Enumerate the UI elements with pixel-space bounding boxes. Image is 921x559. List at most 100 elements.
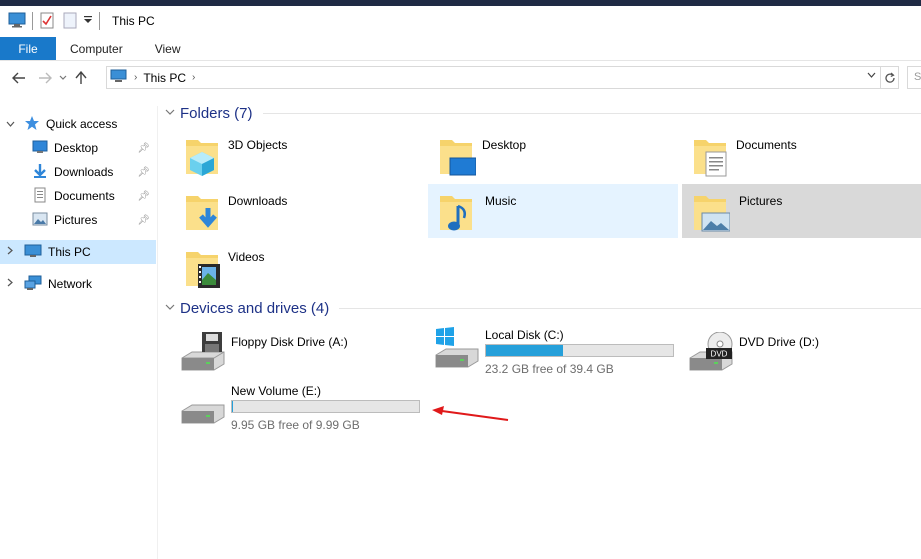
folder-tile-videos[interactable]: Videos [178,240,428,294]
section-header-devices-and-drives[interactable]: Devices and drives (4) [160,300,921,317]
sidebar-item-this-pc[interactable]: This PC [0,240,156,264]
folder-name: Downloads [228,194,288,208]
folder-tile-desktop[interactable]: Desktop [432,128,682,182]
drive-usage-fill [232,401,233,412]
customize-toolbar-dropdown-icon[interactable] [83,14,93,28]
videos-folder-icon [186,252,220,288]
breadcrumb[interactable]: This PC [143,71,186,85]
folder-tile-pictures[interactable]: Pictures [682,184,921,238]
ribbon-tabs: File Computer View [0,37,921,61]
address-bar[interactable]: › This PC › [106,66,881,89]
recent-locations-chevron-icon[interactable] [56,66,70,90]
drive-name: Local Disk (C:) [485,328,564,342]
drive-tile-new-volume-e[interactable]: New Volume (E:) 9.95 GB free of 9.99 GB [160,381,420,441]
collapse-chevron-icon[interactable] [160,303,180,314]
section-divider [262,113,921,114]
new-folder-icon[interactable] [63,11,77,32]
sidebar-item-network[interactable]: Network [0,272,156,296]
expand-chevron-icon[interactable] [4,246,16,258]
sidebar-item-pictures[interactable]: Pictures 📌︎ [0,208,156,232]
local-disk-windows-icon [435,327,479,368]
pin-icon[interactable]: 📌︎ [137,143,150,154]
folder-name: 3D Objects [228,138,288,152]
expand-chevron-icon[interactable] [4,278,16,290]
drive-name: DVD Drive (D:) [739,335,819,349]
sidebar-item-label: Desktop [54,141,99,155]
drive-usage-fill [486,345,563,356]
drive-usage-bar [485,344,674,357]
section-title: Folders (7) [180,105,253,122]
address-dropdown-icon[interactable] [867,70,876,81]
dvd-drive-icon: DVD [689,332,733,371]
navigation-bar: › This PC › S [0,62,921,94]
collapse-chevron-icon[interactable] [160,108,180,119]
drive-free-space: 23.2 GB free of 39.4 GB [485,362,614,376]
music-folder-icon [440,196,472,231]
drive-name: New Volume (E:) [231,384,322,398]
pictures-folder-icon [694,196,730,232]
section-divider [339,308,921,309]
sidebar-item-label: Downloads [54,165,114,179]
star-icon [24,115,40,134]
divider [99,12,100,30]
collapse-chevron-icon[interactable] [4,119,16,130]
pin-icon[interactable]: 📌︎ [137,215,150,226]
hard-drive-icon [181,404,225,424]
downloads-folder-icon [186,196,218,230]
quick-access-toolbar [0,11,106,32]
refresh-icon[interactable] [881,66,899,89]
sidebar-item-label: This PC [48,245,91,259]
tab-computer[interactable]: Computer [56,37,139,60]
tab-view[interactable]: View [139,37,197,60]
folder-tile-documents[interactable]: Documents [686,128,921,182]
sidebar-item-label: Documents [54,189,115,203]
folder-name: Music [485,194,517,208]
forward-arrow-icon[interactable] [34,66,56,90]
network-icon [24,275,42,294]
desktop-icon [32,140,48,157]
3d-objects-folder-icon [186,140,218,176]
sidebar-item-quick-access[interactable]: Quick access [0,112,156,136]
pin-icon[interactable]: 📌︎ [137,167,150,178]
drive-name: Floppy Disk Drive (A:) [231,335,348,349]
folder-name: Pictures [739,194,783,208]
drive-free-space: 9.95 GB free of 9.99 GB [231,418,360,432]
navigation-pane: Quick access Desktop 📌︎ Downloads 📌︎ Doc… [0,106,158,559]
sidebar-item-label: Quick access [46,117,118,131]
computer-icon [24,244,42,261]
breadcrumb-chevron-icon[interactable]: › [192,72,195,83]
folder-name: Desktop [482,138,527,152]
floppy-drive-icon [181,332,225,371]
folder-tile-music[interactable]: Music [428,184,678,238]
drive-tile-dvd-d[interactable]: DVD DVD Drive (D:) [668,332,918,392]
divider [32,12,33,30]
drive-usage-bar [231,400,420,413]
documents-folder-icon [694,140,727,177]
sidebar-item-desktop[interactable]: Desktop 📌︎ [0,136,156,160]
up-arrow-icon[interactable] [70,66,92,90]
desktop-folder-icon [440,140,476,176]
tab-file[interactable]: File [0,37,56,60]
computer-icon [110,69,128,86]
properties-icon[interactable] [39,11,55,32]
drive-tile-local-disk-c[interactable]: Local Disk (C:) 23.2 GB free of 39.4 GB [414,325,674,385]
section-title: Devices and drives (4) [180,300,330,317]
pin-icon[interactable]: 📌︎ [137,191,150,202]
folder-name: Documents [736,138,797,152]
computer-icon[interactable] [8,12,26,31]
folder-tile-3d-objects[interactable]: 3D Objects [178,128,428,182]
window-title: This PC [112,14,155,28]
sidebar-item-documents[interactable]: Documents 📌︎ [0,184,156,208]
breadcrumb-chevron-icon[interactable]: › [134,72,137,83]
sidebar-item-label: Network [48,277,93,291]
sidebar-item-downloads[interactable]: Downloads 📌︎ [0,160,156,184]
search-input[interactable]: S [907,66,921,89]
back-arrow-icon[interactable] [8,66,30,90]
folder-tile-downloads[interactable]: Downloads [178,184,428,238]
documents-icon [32,187,48,206]
title-bar: This PC [0,6,921,36]
annotation-arrow [432,406,509,421]
section-header-folders[interactable]: Folders (7) [160,105,921,122]
svg-text:DVD: DVD [711,350,728,359]
pictures-icon [32,212,48,229]
